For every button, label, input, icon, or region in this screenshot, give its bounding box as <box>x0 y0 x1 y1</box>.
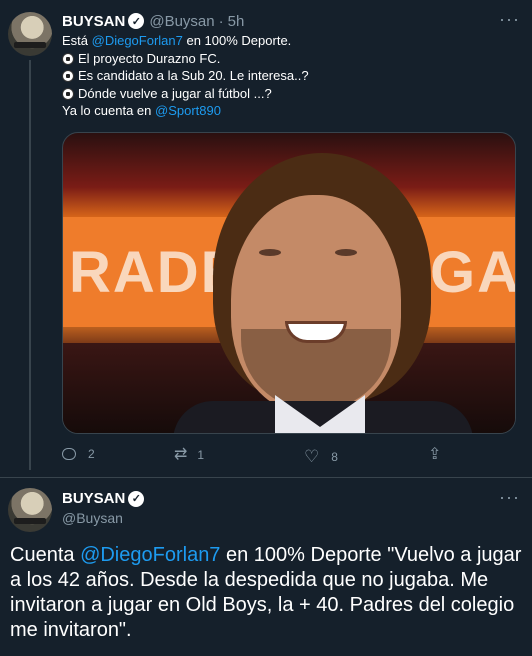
display-name[interactable]: BUYSAN <box>62 490 125 507</box>
tweet-header: BUYSAN ✓ @Buysan · 5h <box>62 11 244 31</box>
tweet-text: Cuenta @DiegoForlan7 en 100% Deporte "Vu… <box>10 543 522 643</box>
like-button[interactable]: ♡ 8 <box>304 447 338 467</box>
more-options-icon[interactable]: ··· <box>499 488 520 506</box>
separator-dot: · <box>218 12 224 30</box>
reply-icon <box>62 448 76 460</box>
banner-text-right: GA <box>430 240 516 305</box>
avatar[interactable] <box>8 488 52 532</box>
verified-badge-icon: ✓ <box>128 13 145 29</box>
text-segment: Cuenta <box>10 544 81 566</box>
like-count: 8 <box>331 450 338 464</box>
tweet-line: Ya lo cuenta en @Sport890 <box>62 102 512 120</box>
mention-link[interactable]: @DiegoForlan7 <box>92 33 183 48</box>
tweet-line: Está @DiegoForlan7 en 100% Deporte. <box>62 32 512 50</box>
retweet-count: 1 <box>197 448 205 462</box>
display-name[interactable]: BUYSAN <box>62 13 125 30</box>
person-eye <box>335 249 357 256</box>
tweet-photo[interactable]: RADE GA <box>62 132 516 434</box>
more-options-icon[interactable]: ··· <box>499 10 520 28</box>
text-segment: Es candidato a la Sub 20. Le interesa..? <box>78 68 309 84</box>
text-segment: Ya lo cuenta en <box>62 103 155 119</box>
retweet-icon: ⇄ <box>174 446 188 463</box>
tweet-line: Es candidato a la Sub 20. Le interesa..? <box>62 67 512 85</box>
share-icon: ⇪ <box>428 446 442 463</box>
text-segment: Está <box>62 33 92 48</box>
reply-button[interactable]: 2 <box>62 447 95 461</box>
mention-link[interactable]: @Sport890 <box>155 103 221 118</box>
heart-icon: ♡ <box>304 447 320 466</box>
reply-count: 2 <box>88 447 95 461</box>
share-button[interactable]: ⇪ <box>428 447 451 463</box>
avatar[interactable] <box>8 12 52 56</box>
tweet-divider <box>0 477 532 478</box>
verified-badge-icon: ✓ <box>128 490 145 507</box>
tweet-text: Está @DiegoForlan7 en 100% Deporte. El p… <box>62 32 512 120</box>
user-handle[interactable]: @Buysan <box>62 510 123 526</box>
retweet-button[interactable]: ⇄ 1 <box>174 447 204 463</box>
tweet-line: El proyecto Durazno FC. <box>62 50 512 68</box>
text-segment: El proyecto Durazno FC. <box>78 50 221 66</box>
soccer-ball-icon <box>62 87 74 100</box>
tweet-timestamp[interactable]: 5h <box>228 13 245 30</box>
person-eye <box>259 249 281 256</box>
tweet-header: BUYSAN ✓ <box>62 490 145 507</box>
text-segment: Dónde vuelve a jugar al fútbol ...? <box>78 85 272 101</box>
user-handle[interactable]: @Buysan <box>149 13 214 30</box>
tweet-actions: 2 ⇄ 1 ♡ 8 ⇪ <box>62 447 502 467</box>
soccer-ball-icon <box>62 52 74 65</box>
soccer-ball-icon <box>62 70 74 83</box>
thread-connector-line <box>29 60 31 470</box>
text-segment: en 100% Deporte. <box>182 33 292 48</box>
mention-link[interactable]: @DiegoForlan7 <box>80 544 220 566</box>
tweet-line: Dónde vuelve a jugar al fútbol ...? <box>62 85 512 103</box>
